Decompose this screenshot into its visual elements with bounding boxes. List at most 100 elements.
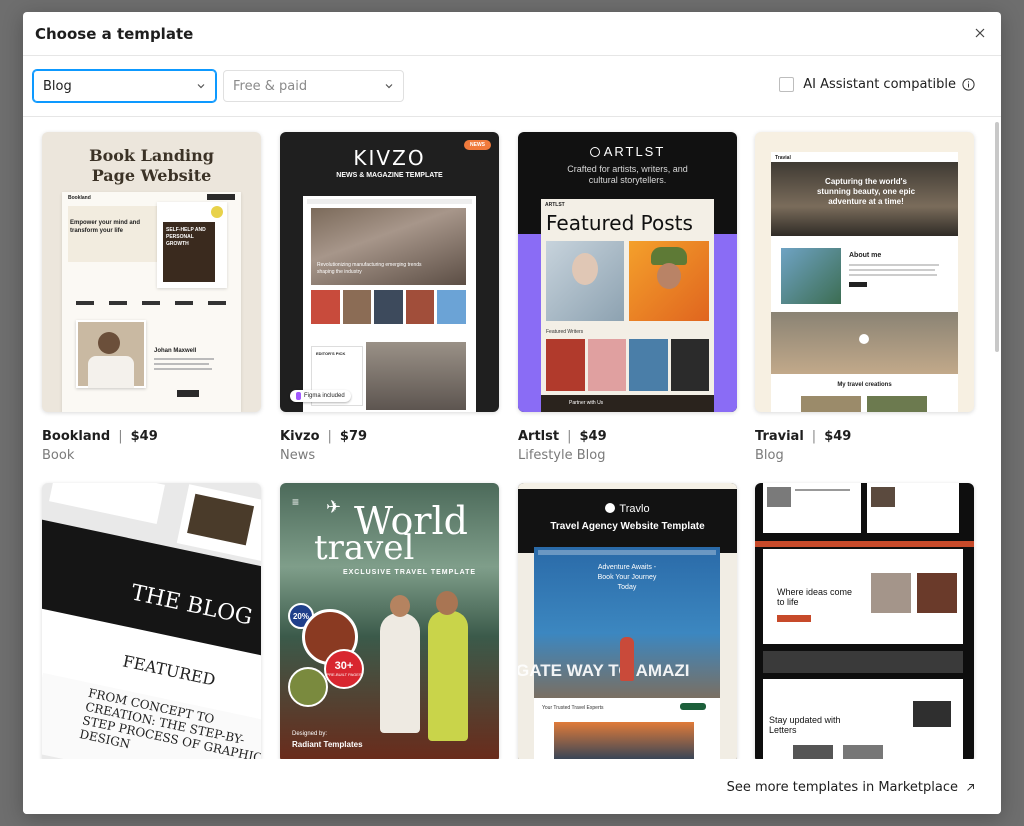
- thumb-hero-text: Capturing the world's stunning beauty, o…: [816, 177, 916, 206]
- thumb-post-image-1: [546, 241, 624, 321]
- category-select[interactable]: Blog: [32, 69, 217, 103]
- thumb-page: Travial Capturing the world's stunning b…: [771, 152, 958, 412]
- ai-compatible-label[interactable]: AI Assistant compatible: [803, 77, 956, 92]
- thumb-trusted: Your Trusted Travel Experts: [542, 705, 604, 711]
- thumb-logo: Travlo: [518, 503, 737, 515]
- thumb-partner-bar: Partner with Us: [541, 395, 714, 412]
- thumb-about: About me: [849, 252, 882, 259]
- thumb-badge: [211, 206, 223, 218]
- thumb-featured: Featured Posts: [546, 211, 693, 235]
- thumb-badge-pages-num: 30+: [334, 660, 354, 672]
- thumb-badge-pages: 30+ PRE-BUILT PAGES: [324, 649, 364, 689]
- template-card-letters[interactable]: Where ideas come to life Stay updated wi…: [755, 483, 974, 759]
- template-thumbnail[interactable]: Book Landing Page Website Bookland Empow…: [42, 132, 261, 412]
- thumb-image-row: [311, 290, 466, 324]
- template-card-bookland[interactable]: Book Landing Page Website Bookland Empow…: [42, 132, 261, 463]
- thumb-post-image-2: [629, 241, 709, 321]
- thumb-about-image: [781, 248, 841, 304]
- filter-toolbar: Blog Free & paid AI Assistant compatible: [23, 57, 1001, 117]
- template-name: Travial: [755, 429, 804, 444]
- scrollbar[interactable]: [995, 122, 999, 352]
- thumb-page: Revolutionizing manufacturing emerging t…: [303, 196, 476, 412]
- template-thumbnail[interactable]: THE BLOG FEATURED FROM CONCEPT TO CREATI…: [42, 483, 261, 759]
- separator: |: [811, 429, 817, 444]
- template-card-the-blog[interactable]: THE BLOG FEATURED FROM CONCEPT TO CREATI…: [42, 483, 261, 759]
- thumb-brand-small: ARTLST: [545, 202, 565, 208]
- thumb-logo: KIVZO: [353, 146, 426, 170]
- template-category: News: [280, 448, 316, 463]
- thumb-person-woman-head: [390, 595, 410, 617]
- chevron-down-icon: [197, 84, 205, 89]
- thumb-person-woman: [380, 613, 420, 733]
- thumb-page: ARTLST Featured Posts Featured Writers P…: [541, 199, 714, 412]
- template-title: Bookland | $49: [42, 429, 261, 444]
- thumb-person-man-head: [436, 591, 458, 615]
- dialog-footer: See more templates in Marketplace: [23, 759, 1001, 814]
- ai-compatible-filter: AI Assistant compatible: [779, 77, 975, 92]
- separator: |: [567, 429, 572, 444]
- price-select[interactable]: Free & paid: [223, 70, 404, 102]
- close-icon[interactable]: [969, 22, 991, 44]
- thumb-writers: Featured Writers: [546, 329, 584, 335]
- airplane-icon: ✈: [326, 497, 342, 517]
- template-thumbnail[interactable]: ≡ ✈ World travel EXCLUSIVE TRAVEL TEMPLA…: [280, 483, 499, 759]
- figma-badge: Figma included: [290, 390, 351, 402]
- template-category: Lifestyle Blog: [518, 448, 606, 463]
- thumb-headline: Revolutionizing manufacturing emerging t…: [317, 262, 422, 275]
- template-name: Artlst: [518, 429, 560, 444]
- template-thumbnail[interactable]: Where ideas come to life Stay updated wi…: [755, 483, 974, 759]
- template-grid: Book Landing Page Website Bookland Empow…: [23, 118, 1001, 759]
- template-card-travial[interactable]: Travial Capturing the world's stunning b…: [755, 132, 974, 463]
- thumb-brand: Bookland: [68, 195, 91, 201]
- template-category: Blog: [755, 448, 784, 463]
- template-price: $49: [579, 429, 607, 444]
- thumb-editors-pick: EDITOR'S PICK: [316, 351, 346, 356]
- thumb-partner: Partner with Us: [569, 400, 604, 406]
- category-select-value: Blog: [43, 78, 72, 94]
- thumb-strip: [763, 651, 963, 673]
- template-price: $49: [824, 429, 852, 444]
- thumb-person-man: [428, 611, 468, 741]
- external-arrow-icon: [966, 783, 975, 792]
- template-thumbnail[interactable]: Travlo Travel Agency Website Template Ad…: [518, 483, 737, 759]
- thumb-brand: Travial: [775, 155, 791, 161]
- thumb-updated-text: Stay updated with Letters: [769, 715, 841, 735]
- template-thumbnail[interactable]: ARTLST Crafted for artists, writers, and…: [518, 132, 737, 412]
- template-thumbnail[interactable]: NEWS KIVZO NEWS & MAGAZINE TEMPLATE Revo…: [280, 132, 499, 412]
- thumb-heading: Book Landing Page Website: [89, 146, 214, 185]
- separator: |: [327, 429, 332, 444]
- template-thumbnail[interactable]: Travial Capturing the world's stunning b…: [755, 132, 974, 412]
- thumb-book-card: SELF-HELP AND PERSONAL GROWTH: [157, 202, 227, 288]
- thumb-page: Adventure Awaits - Book Your Journey Tod…: [518, 547, 720, 759]
- thumb-designed-by: Designed by:: [292, 731, 328, 737]
- thumb-logo: ARTLST: [518, 144, 737, 159]
- thumb-sheet-3: Where ideas come to life: [763, 549, 963, 644]
- thumb-sheet-1: [49, 483, 165, 524]
- thumb-subtitle: NEWS & MAGAZINE TEMPLATE: [336, 172, 443, 179]
- info-icon[interactable]: [962, 78, 975, 91]
- price-select-value: Free & paid: [233, 78, 308, 94]
- marketplace-link[interactable]: See more templates in Marketplace: [727, 780, 975, 795]
- thumb-title-b: travel: [314, 528, 415, 568]
- thumb-sheet-2: [867, 483, 959, 533]
- ai-compatible-checkbox[interactable]: [779, 77, 795, 92]
- thumb-accent-bar: [755, 541, 974, 547]
- template-card-artlst[interactable]: ARTLST Crafted for artists, writers, and…: [518, 132, 737, 463]
- template-name: Bookland: [42, 429, 111, 444]
- radiant-logo-icon: ≡: [292, 495, 300, 509]
- template-title: Travial | $49: [755, 429, 974, 444]
- template-price: $49: [130, 429, 158, 444]
- template-card-travlo[interactable]: Travlo Travel Agency Website Template Ad…: [518, 483, 737, 759]
- thumb-book-title: SELF-HELP AND PERSONAL GROWTH: [166, 227, 206, 247]
- thumb-logos: [68, 296, 233, 310]
- template-name: Kivzo: [280, 429, 320, 444]
- dialog-header: Choose a template: [23, 12, 1001, 56]
- template-card-kivzo[interactable]: NEWS KIVZO NEWS & MAGAZINE TEMPLATE Revo…: [280, 132, 499, 463]
- thumb-traveler: [620, 637, 634, 681]
- thumb-author: Johan Maxwell: [154, 348, 197, 354]
- thumb-video-image: [554, 722, 694, 759]
- template-card-world-travel[interactable]: ≡ ✈ World travel EXCLUSIVE TRAVEL TEMPLA…: [280, 483, 499, 759]
- chevron-down-icon: [385, 84, 393, 89]
- marketplace-link-label: See more templates in Marketplace: [726, 780, 958, 795]
- thumb-torn-edge: [518, 483, 737, 489]
